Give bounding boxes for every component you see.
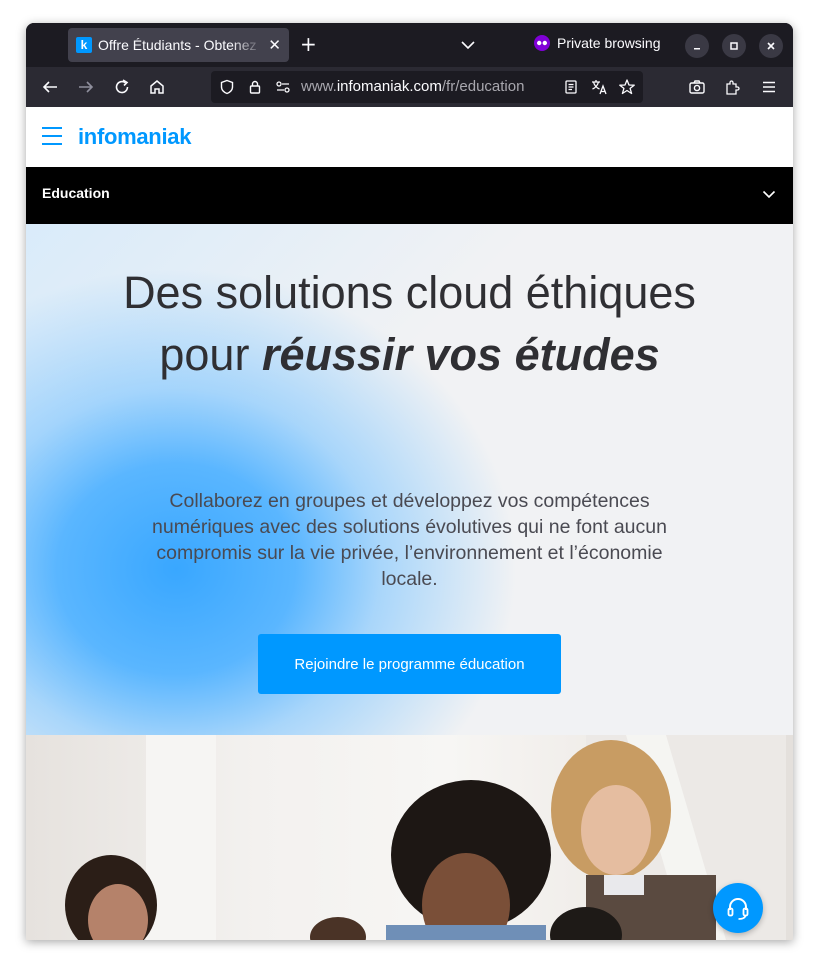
bookmark-star-icon[interactable] [617,77,637,97]
hero-title-emphasis: réussir vos études [261,329,660,380]
browser-window: k Offre Étudiants - Obtenez ✕ + Private … [26,23,793,940]
new-tab-button[interactable]: + [300,34,317,54]
section-label: Education [42,185,110,201]
forward-arrow-icon[interactable] [76,77,96,97]
site-header: infomaniak [26,107,793,167]
section-dropdown[interactable]: Education [26,167,793,224]
support-chat-button[interactable] [713,883,763,933]
url-bar[interactable]: www.infomaniak.com/fr/education [211,71,643,103]
web-page: infomaniak Education Des solutions cloud… [26,107,793,940]
close-icon [767,42,775,50]
translate-icon[interactable] [589,77,609,97]
maximize-icon [730,42,738,50]
join-education-program-button[interactable]: Rejoindre le programme éducation [258,634,561,694]
private-mask-icon [534,35,550,51]
private-browsing-indicator: Private browsing [534,35,661,51]
minimize-button[interactable] [685,34,709,58]
extensions-puzzle-icon[interactable] [723,77,743,97]
hero-title: Des solutions cloud éthiques pour réussi… [106,262,713,386]
permissions-icon[interactable] [273,77,293,97]
tab-list-chevron-icon[interactable] [458,35,478,55]
url-text[interactable]: www.infomaniak.com/fr/education [301,78,524,95]
chevron-down-icon [761,186,777,202]
tab-close-icon[interactable]: ✕ [268,36,281,54]
url-path: /fr/education [441,78,525,95]
tab-active[interactable]: k Offre Étudiants - Obtenez ✕ [68,28,289,62]
infomaniak-favicon-icon: k [76,37,92,53]
close-window-button[interactable] [759,34,783,58]
tracking-shield-icon[interactable] [217,77,237,97]
minimize-icon [694,48,700,50]
navigation-toolbar: www.infomaniak.com/fr/education [26,67,793,107]
screenshot-camera-icon[interactable] [687,77,707,97]
private-browsing-label: Private browsing [557,35,661,51]
tab-strip: k Offre Étudiants - Obtenez ✕ + Private … [26,23,793,67]
reload-icon[interactable] [112,77,132,97]
infomaniak-logo[interactable]: infomaniak [78,124,191,150]
url-prefix: www. [301,78,337,95]
app-menu-icon[interactable] [759,77,779,97]
lock-icon[interactable] [245,77,265,97]
headset-icon [727,898,749,920]
hamburger-menu-icon[interactable] [42,127,62,145]
maximize-button[interactable] [722,34,746,58]
hero-section: Des solutions cloud éthiques pour réussi… [26,224,793,735]
url-host: infomaniak.com [336,78,442,95]
reader-view-icon[interactable] [561,77,581,97]
students-photo [26,735,793,940]
hero-description: Collaborez en groupes et développez vos … [152,490,667,590]
home-icon[interactable] [147,77,167,97]
tab-title: Offre Étudiants - Obtenez [98,37,257,53]
back-arrow-icon[interactable] [40,77,60,97]
students-photo-illustration [65,735,786,940]
